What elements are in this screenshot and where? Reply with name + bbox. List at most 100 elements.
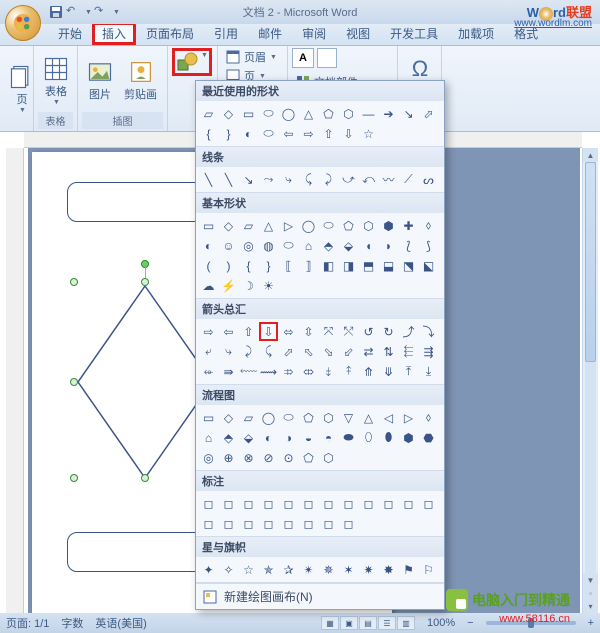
shape-option[interactable]: ⬀ bbox=[279, 342, 298, 361]
shape-option[interactable]: ▭ bbox=[199, 408, 218, 427]
shape-option[interactable]: ⬰ bbox=[199, 362, 218, 381]
shape-option[interactable]: ◎ bbox=[239, 236, 258, 255]
tab-home[interactable]: 开始 bbox=[48, 22, 92, 45]
shape-option[interactable]: ⊘ bbox=[259, 448, 278, 467]
shape-option[interactable]: ⬂ bbox=[319, 342, 338, 361]
shape-option[interactable]: ⤸ bbox=[319, 170, 338, 189]
shape-option[interactable]: ⇳ bbox=[299, 322, 318, 341]
shape-option[interactable]: ╲ bbox=[219, 170, 238, 189]
tab-references[interactable]: 引用 bbox=[204, 22, 248, 45]
table-button[interactable]: 表格▼ bbox=[38, 53, 74, 108]
view-draft[interactable]: ▥ bbox=[397, 616, 415, 630]
shape-option[interactable]: ↘ bbox=[399, 104, 418, 123]
qat-undo-drop[interactable]: ▼ bbox=[85, 9, 92, 16]
shape-option[interactable]: ⤸ bbox=[239, 342, 258, 361]
shape-option[interactable]: ◻ bbox=[259, 514, 278, 533]
shape-option[interactable]: ◻ bbox=[239, 514, 258, 533]
shape-option[interactable]: ⤧ bbox=[319, 322, 338, 341]
shape-option[interactable]: ✚ bbox=[399, 216, 418, 235]
shape-option[interactable]: △ bbox=[259, 216, 278, 235]
zoom-out-icon[interactable]: − bbox=[467, 617, 473, 629]
shape-option[interactable]: ⬭ bbox=[279, 408, 298, 427]
shape-option[interactable]: ⬘ bbox=[219, 428, 238, 447]
shape-option[interactable]: ⬓ bbox=[379, 256, 398, 275]
shape-option[interactable]: ⬢ bbox=[379, 216, 398, 235]
shape-option[interactable]: ◯ bbox=[259, 408, 278, 427]
shape-option[interactable]: ◻ bbox=[299, 514, 318, 533]
tab-page-layout[interactable]: 页面布局 bbox=[136, 22, 204, 45]
shape-option[interactable]: ⬨ bbox=[419, 216, 438, 235]
shape-option[interactable]: ⬒ bbox=[359, 256, 378, 275]
shape-option[interactable]: ◻ bbox=[279, 514, 298, 533]
shape-option[interactable]: ᔕ bbox=[419, 170, 438, 189]
shape-option[interactable]: ⟦ bbox=[279, 256, 298, 275]
shape-option[interactable]: ⟋ bbox=[399, 170, 418, 189]
shape-option[interactable]: ⬳ bbox=[239, 362, 258, 381]
shape-option[interactable]: ⊙ bbox=[279, 448, 298, 467]
shape-option[interactable]: ◻ bbox=[299, 494, 318, 513]
shape-option[interactable]: ⇦ bbox=[279, 124, 298, 143]
shape-option[interactable]: ⬡ bbox=[319, 408, 338, 427]
shape-option[interactable]: ⤹ bbox=[259, 342, 278, 361]
shape-option[interactable]: ⇨ bbox=[199, 322, 218, 341]
shape-option[interactable]: ✶ bbox=[339, 560, 358, 579]
shape-option[interactable]: ⤷ bbox=[219, 342, 238, 361]
shape-option[interactable]: ⤵ bbox=[419, 322, 438, 341]
status-lang[interactable]: 英语(美国) bbox=[95, 615, 146, 631]
shape-option[interactable]: ⇛ bbox=[219, 362, 238, 381]
textbox-drop[interactable] bbox=[317, 48, 337, 68]
shape-option[interactable]: ( bbox=[199, 256, 218, 275]
shape-option[interactable]: ⟅ bbox=[399, 236, 418, 255]
shape-option[interactable]: ⤊ bbox=[359, 362, 378, 381]
shape-option[interactable]: ◓ bbox=[319, 428, 338, 447]
shape-option[interactable]: ▷ bbox=[399, 408, 418, 427]
shape-option[interactable]: } bbox=[259, 256, 278, 275]
shape-option[interactable]: ☽ bbox=[239, 276, 258, 295]
qat-save-icon[interactable] bbox=[48, 4, 64, 20]
shape-option[interactable]: ◨ bbox=[339, 256, 358, 275]
shape-option[interactable]: ✷ bbox=[359, 560, 378, 579]
zoom-in-icon[interactable]: + bbox=[588, 617, 594, 629]
tab-addins[interactable]: 加载项 bbox=[448, 22, 504, 45]
shape-option[interactable]: ◯ bbox=[279, 104, 298, 123]
picture-button[interactable]: 图片 bbox=[82, 56, 118, 104]
shape-option[interactable]: ⇶ bbox=[419, 342, 438, 361]
shape-option[interactable]: ⬁ bbox=[299, 342, 318, 361]
shape-option[interactable]: ⚑ bbox=[399, 560, 418, 579]
shape-option[interactable]: ⇩ bbox=[339, 124, 358, 143]
shape-option[interactable]: ◻ bbox=[279, 494, 298, 513]
shape-option[interactable]: { bbox=[239, 256, 258, 275]
shape-option[interactable]: ↻ bbox=[379, 322, 398, 341]
shape-option[interactable]: ⤓ bbox=[419, 362, 438, 381]
shape-option[interactable]: ⬠ bbox=[299, 448, 318, 467]
shape-option[interactable]: ⬄ bbox=[279, 322, 298, 341]
clipart-button[interactable]: 剪贴画 bbox=[120, 56, 161, 104]
shape-option[interactable]: ◍ bbox=[259, 236, 278, 255]
tab-review[interactable]: 审阅 bbox=[292, 22, 336, 45]
shapes-button[interactable]: ▼ bbox=[172, 48, 212, 76]
shape-option[interactable]: ☁ bbox=[199, 276, 218, 295]
textbox-button[interactable]: A bbox=[292, 48, 314, 68]
shape-option[interactable]: 〰 bbox=[379, 170, 398, 189]
shape-option[interactable]: ✵ bbox=[319, 560, 338, 579]
shape-option[interactable]: ⤄ bbox=[299, 362, 318, 381]
view-print-layout[interactable]: ▦ bbox=[321, 616, 339, 630]
shape-option[interactable]: ⬬ bbox=[339, 428, 358, 447]
shape-option[interactable]: ✯ bbox=[259, 560, 278, 579]
shape-option[interactable]: ⟆ bbox=[419, 236, 438, 255]
sel-handle-n[interactable] bbox=[141, 278, 149, 286]
status-zoom[interactable]: 100% bbox=[427, 617, 455, 629]
page-down-icon[interactable]: ▾ bbox=[583, 599, 598, 613]
shape-option[interactable]: ⬘ bbox=[319, 236, 338, 255]
shape-option[interactable]: ⤉ bbox=[339, 362, 358, 381]
qat-redo-icon[interactable]: ↷ bbox=[94, 4, 110, 20]
shape-option[interactable]: ⬨ bbox=[419, 408, 438, 427]
shape-option[interactable]: ⇩ bbox=[259, 322, 278, 341]
shape-option[interactable]: ⬭ bbox=[259, 104, 278, 123]
shape-option[interactable]: ◁ bbox=[379, 408, 398, 427]
shape-option[interactable]: ⬡ bbox=[319, 448, 338, 467]
shape-option[interactable]: ⬙ bbox=[239, 428, 258, 447]
shape-option[interactable]: ⊕ bbox=[219, 448, 238, 467]
shape-option[interactable]: ⌂ bbox=[199, 428, 218, 447]
shape-option[interactable]: ◻ bbox=[339, 514, 358, 533]
